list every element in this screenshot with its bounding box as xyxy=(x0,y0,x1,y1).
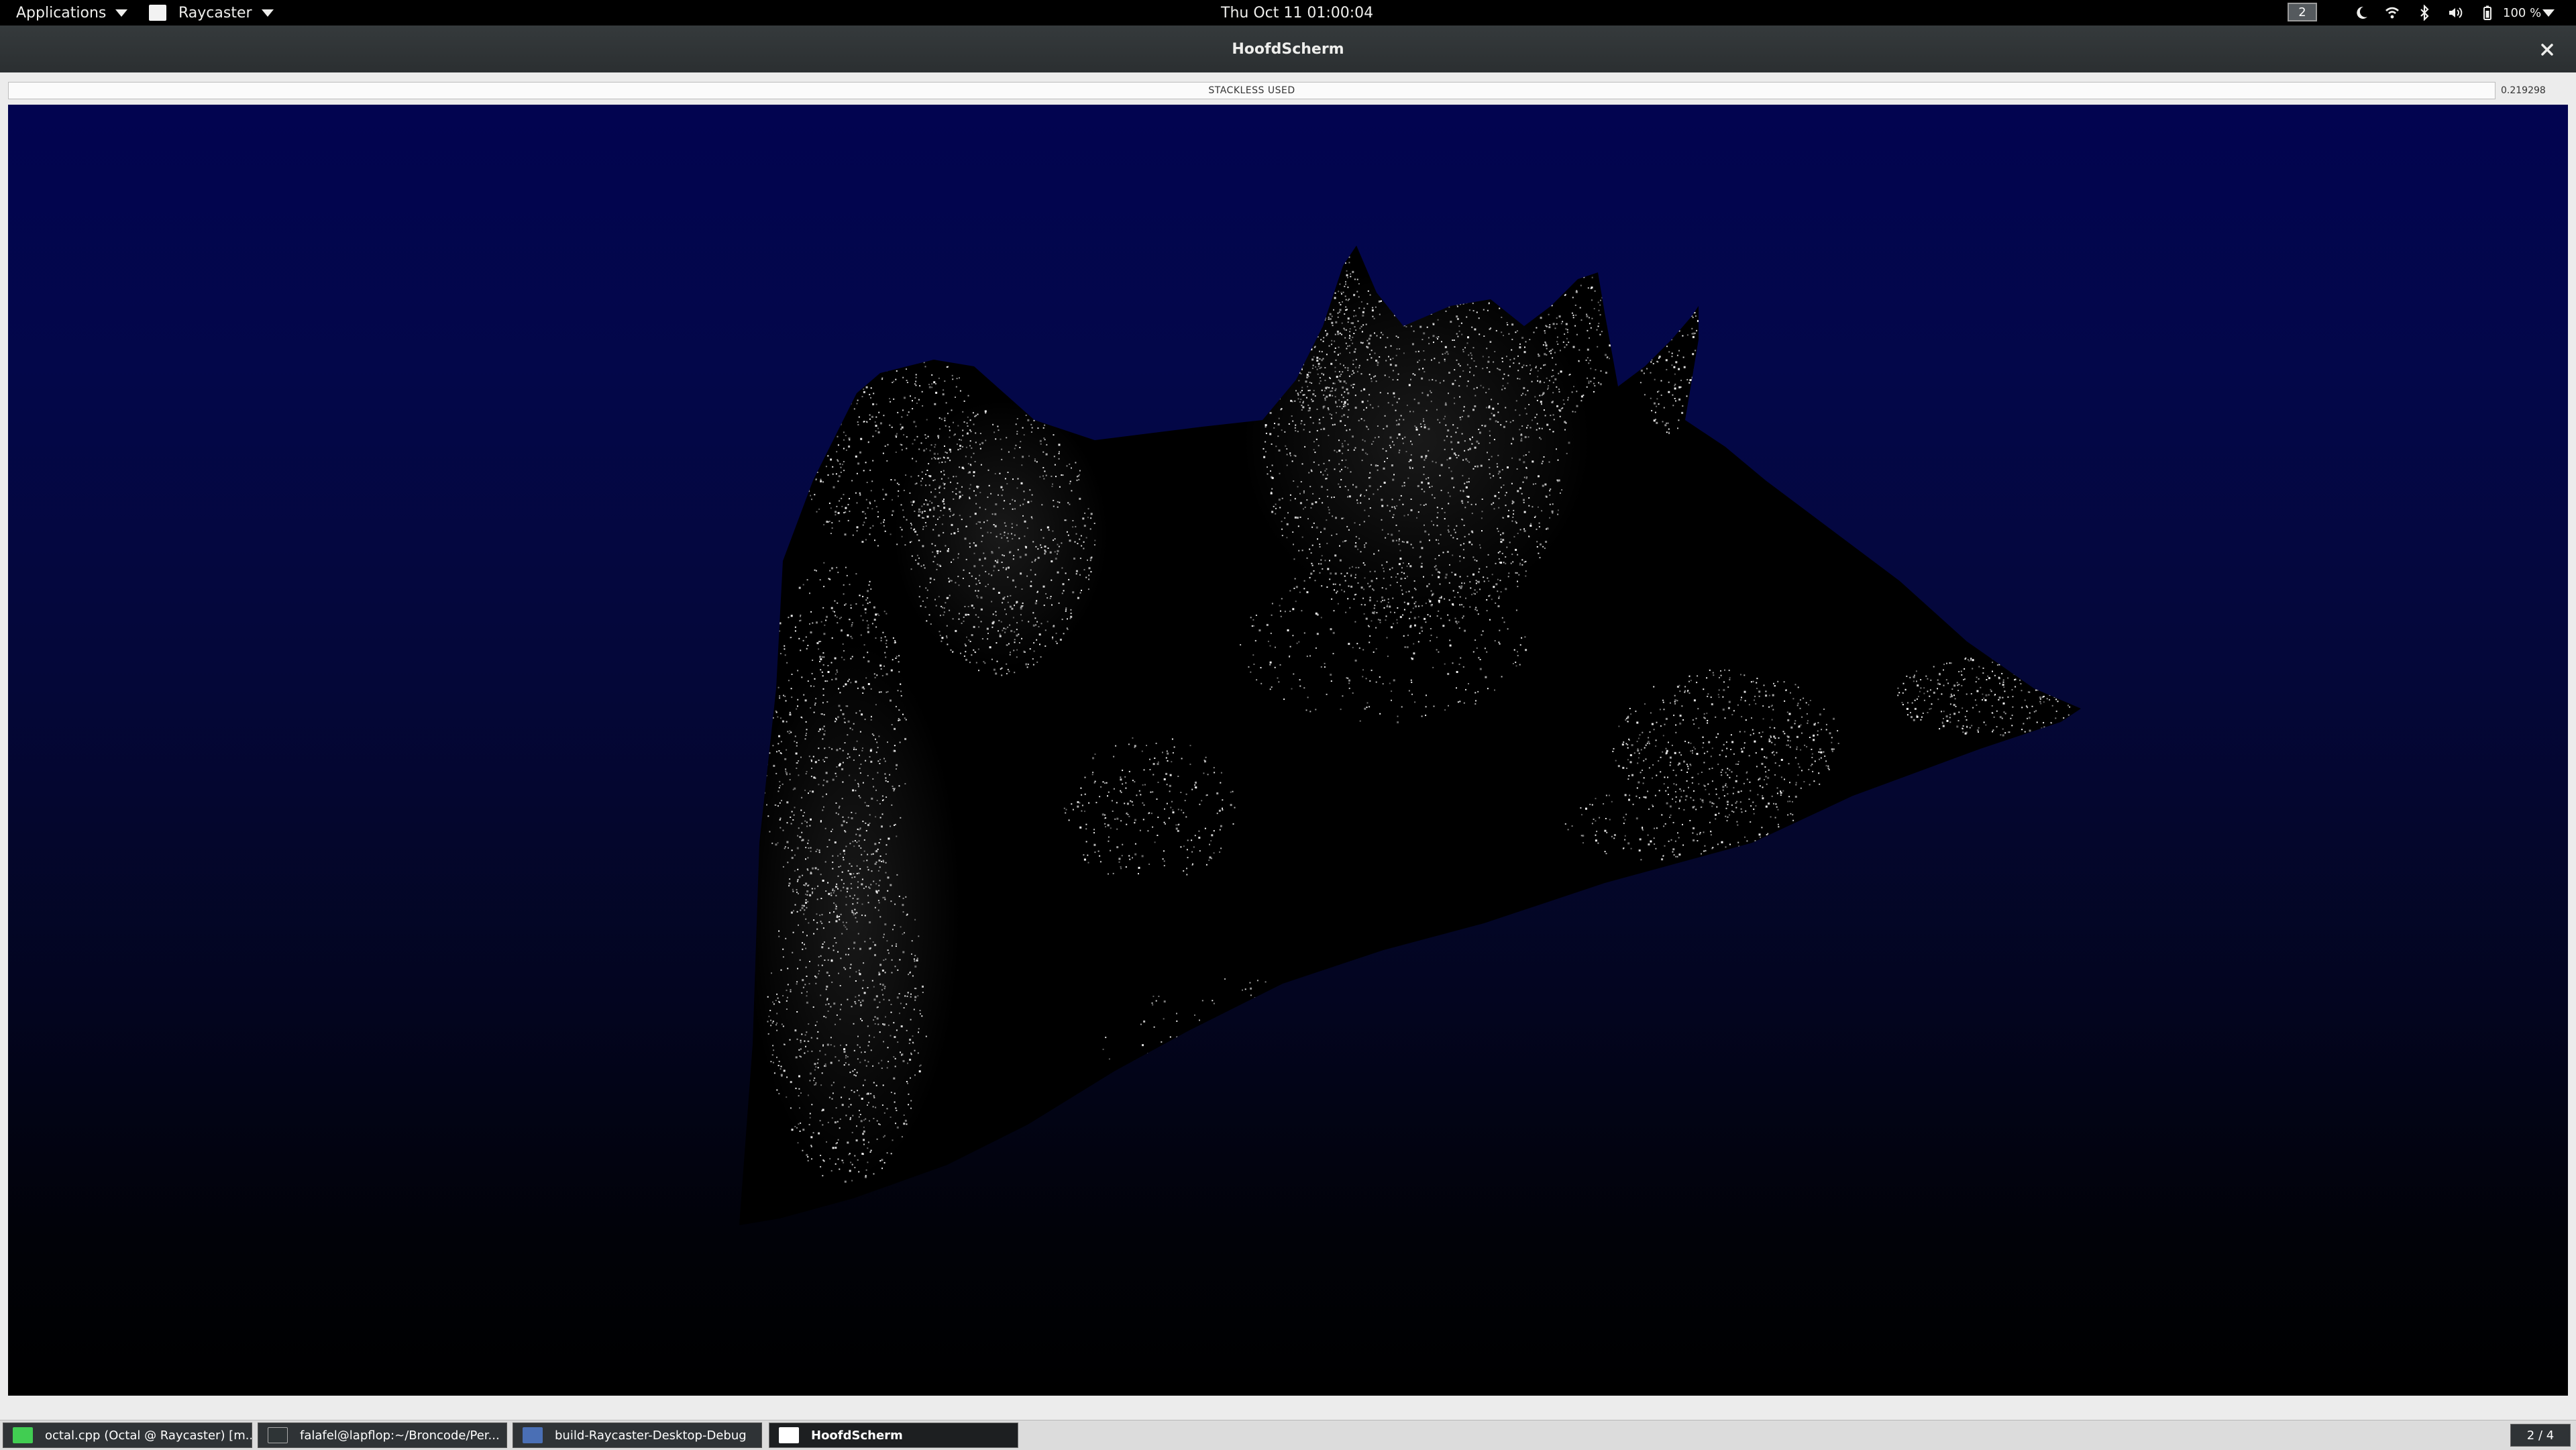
raycaster-viewport[interactable] xyxy=(8,105,2568,1396)
task-hoofdscherm[interactable]: HoofdScherm xyxy=(769,1422,1018,1448)
battery-icon[interactable] xyxy=(2479,5,2496,21)
window-client-area: STACKLESS USED 0.219298 xyxy=(0,72,2576,1420)
chevron-down-icon xyxy=(115,9,128,17)
terminal-icon xyxy=(268,1427,288,1443)
task-terminal[interactable]: falafel@lapflop:~/Broncode/Per... xyxy=(258,1422,507,1448)
volume-icon[interactable] xyxy=(2447,5,2463,21)
app-menu-label: Raycaster xyxy=(178,4,252,21)
status-message: STACKLESS USED xyxy=(8,82,2496,99)
battery-percent[interactable]: 100 % xyxy=(2503,0,2541,25)
task-label: octal.cpp (Octal @ Raycaster) [m... xyxy=(45,1428,252,1443)
task-label: falafel@lapflop:~/Broncode/Per... xyxy=(300,1428,500,1443)
terrain-render xyxy=(739,246,2081,1225)
window-title: HoofdScherm xyxy=(1232,40,1344,58)
status-strip: STACKLESS USED 0.219298 xyxy=(8,82,2568,99)
task-label: HoofdScherm xyxy=(811,1428,903,1443)
close-button[interactable] xyxy=(2537,40,2557,60)
applications-label: Applications xyxy=(16,4,107,21)
task-label: build-Raycaster-Desktop-Debug xyxy=(555,1428,747,1443)
wifi-icon[interactable] xyxy=(2384,5,2400,21)
bottom-taskbar: octal.cpp (Octal @ Raycaster) [m... fala… xyxy=(0,1420,2576,1450)
close-icon xyxy=(2541,44,2553,56)
night-light-icon[interactable] xyxy=(2353,5,2369,21)
chevron-down-icon[interactable] xyxy=(2542,9,2555,17)
task-file-manager[interactable]: build-Raycaster-Desktop-Debug xyxy=(513,1422,762,1448)
clock[interactable]: Thu Oct 11 01:00:04 xyxy=(1221,0,1373,25)
window-icon xyxy=(149,5,166,21)
workspace-badge[interactable]: 2 xyxy=(2288,3,2317,21)
timing-readout: 0.219298 xyxy=(2501,85,2546,96)
bluetooth-icon[interactable] xyxy=(2416,5,2432,21)
chevron-down-icon xyxy=(261,9,274,17)
folder-icon xyxy=(523,1427,543,1443)
applications-menu[interactable]: Applications xyxy=(16,0,128,25)
window-icon xyxy=(779,1427,799,1443)
top-panel: Applications Raycaster Thu Oct 11 01:00:… xyxy=(0,0,2576,25)
task-octal-cpp[interactable]: octal.cpp (Octal @ Raycaster) [m... xyxy=(3,1422,252,1448)
workspace-indicator[interactable]: 2 / 4 xyxy=(2510,1424,2571,1447)
window-titlebar[interactable]: HoofdScherm xyxy=(0,25,2576,73)
qt-creator-icon xyxy=(13,1427,33,1443)
app-menu[interactable]: Raycaster xyxy=(149,0,274,25)
